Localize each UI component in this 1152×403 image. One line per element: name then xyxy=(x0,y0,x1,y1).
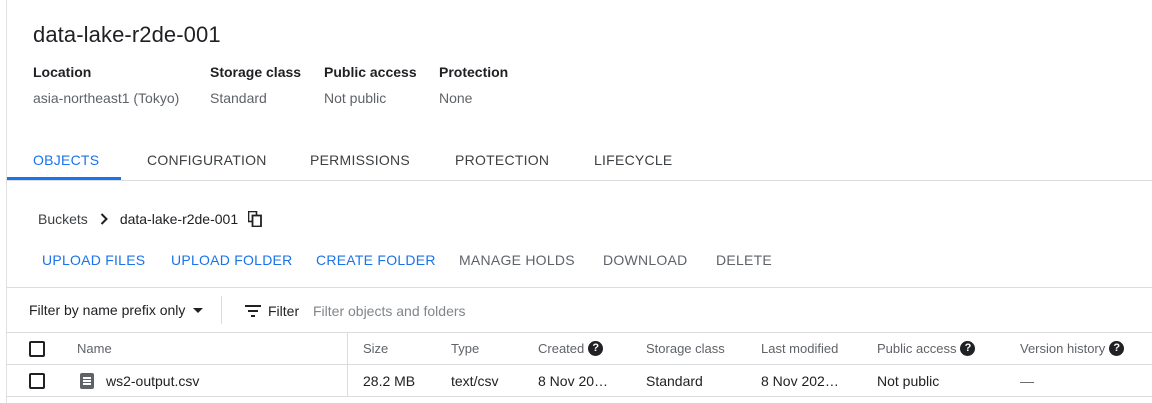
bucket-title: data-lake-r2de-001 xyxy=(33,22,221,47)
help-icon[interactable]: ? xyxy=(960,341,976,357)
cell-public-access: Not public xyxy=(877,373,940,389)
breadcrumb-buckets-link[interactable]: Buckets xyxy=(38,211,88,227)
info-value: Not public xyxy=(324,90,387,106)
cell-size: 28.2 MB xyxy=(363,373,416,389)
help-icon[interactable]: ? xyxy=(1109,341,1125,357)
tab-configuration[interactable]: CONFIGURATION xyxy=(147,140,267,180)
column-header-version-history[interactable]: Version history? xyxy=(1020,333,1125,365)
tab-permissions[interactable]: PERMISSIONS xyxy=(310,140,410,180)
column-header-name[interactable]: Name xyxy=(77,333,112,365)
column-separator xyxy=(347,365,348,397)
column-header-public-access[interactable]: Public access? xyxy=(877,333,976,365)
column-header-created-label: Created xyxy=(538,341,585,356)
dropdown-caret-icon xyxy=(193,307,204,313)
prefix-filter-label: Filter by name prefix only xyxy=(29,302,186,318)
filter-divider xyxy=(221,296,222,324)
cell-last-modified: 8 Nov 202… xyxy=(761,373,839,389)
upload-files-button[interactable]: UPLOAD FILES xyxy=(42,252,145,268)
filter-bar: Filter by name prefix only Filter xyxy=(7,287,1152,333)
column-header-version-history-label: Version history xyxy=(1020,341,1106,356)
active-tab-indicator xyxy=(7,177,121,180)
select-all-checkbox[interactable] xyxy=(29,341,45,357)
tab-protection[interactable]: PROTECTION xyxy=(455,140,549,180)
info-public-access: Public access Not public xyxy=(324,64,417,106)
column-header-size[interactable]: Size xyxy=(363,333,388,365)
upload-folder-button[interactable]: UPLOAD FOLDER xyxy=(171,252,293,268)
column-separator xyxy=(347,333,348,365)
action-toolbar: UPLOAD FILES UPLOAD FOLDER CREATE FOLDER… xyxy=(0,252,1152,270)
column-header-last-modified[interactable]: Last modified xyxy=(761,333,838,365)
tab-lifecycle[interactable]: LIFECYCLE xyxy=(594,140,673,180)
cell-created: 8 Nov 20… xyxy=(538,373,609,389)
info-label: Storage class xyxy=(210,64,302,80)
column-header-type[interactable]: Type xyxy=(451,333,479,365)
info-storage-class: Storage class Standard xyxy=(210,64,301,106)
cell-version-history: — xyxy=(1020,373,1034,389)
cell-type: text/csv xyxy=(451,373,499,389)
create-folder-button[interactable]: CREATE FOLDER xyxy=(316,252,436,268)
delete-button[interactable]: DELETE xyxy=(716,252,772,268)
info-label: Protection xyxy=(439,64,509,80)
table-header: Name Size Type Created? Storage class La… xyxy=(7,333,1152,365)
info-value: None xyxy=(439,90,473,106)
info-label: Location xyxy=(33,64,92,80)
column-header-created[interactable]: Created? xyxy=(538,333,604,365)
filter-list-icon[interactable] xyxy=(245,305,261,317)
info-value: Standard xyxy=(210,90,267,106)
help-icon[interactable]: ? xyxy=(588,341,604,357)
filter-objects-input[interactable] xyxy=(313,300,813,322)
info-label: Public access xyxy=(324,64,417,80)
info-location: Location asia-northeast1 (Tokyo) xyxy=(33,64,179,106)
breadcrumb-current: data-lake-r2de-001 xyxy=(119,211,239,227)
file-name-link[interactable]: ws2-output.csv xyxy=(106,365,199,397)
file-icon xyxy=(80,373,94,389)
breadcrumb: Buckets data-lake-r2de-001 xyxy=(38,210,263,228)
download-button[interactable]: DOWNLOAD xyxy=(603,252,687,268)
info-protection: Protection None xyxy=(439,64,508,106)
manage-holds-button[interactable]: MANAGE HOLDS xyxy=(459,252,575,268)
info-value: asia-northeast1 (Tokyo) xyxy=(33,90,180,106)
table-row[interactable]: ws2-output.csv 28.2 MB text/csv 8 Nov 20… xyxy=(7,365,1152,397)
prefix-filter-dropdown[interactable]: Filter by name prefix only xyxy=(29,302,204,318)
chevron-right-icon xyxy=(100,212,110,226)
row-checkbox[interactable] xyxy=(29,373,45,389)
copy-icon[interactable] xyxy=(247,210,263,228)
cell-storage-class: Standard xyxy=(646,373,703,389)
column-header-storage-class[interactable]: Storage class xyxy=(646,333,725,365)
filter-label[interactable]: Filter xyxy=(268,303,299,319)
tab-objects[interactable]: OBJECTS xyxy=(33,140,99,180)
column-header-public-access-label: Public access xyxy=(877,341,957,356)
tab-bar: OBJECTS CONFIGURATION PERMISSIONS PROTEC… xyxy=(7,140,1152,181)
